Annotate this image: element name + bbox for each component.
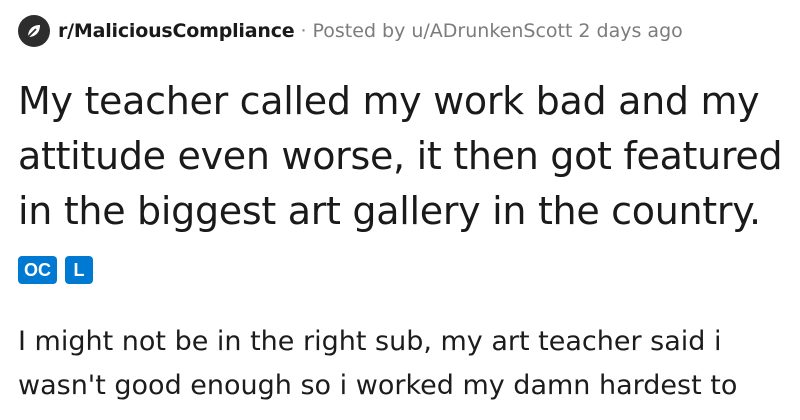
post-title-line: attitude even worse, it then got feature… <box>18 134 783 178</box>
flair-oc[interactable]: OC <box>18 256 57 284</box>
post-body: I might not be in the right sub, my art … <box>18 320 788 408</box>
flair-l[interactable]: L <box>65 256 93 284</box>
post-title-line: My teacher called my work bad and my <box>18 79 760 123</box>
subreddit-link[interactable]: r/MaliciousCompliance <box>58 20 295 42</box>
post-body-line: wasn't good enough so i worked my damn h… <box>18 370 738 401</box>
post-flairs: OC L <box>18 256 93 284</box>
meta-separator: · <box>300 20 307 42</box>
post-title-line: in the biggest art gallery in the countr… <box>18 189 761 233</box>
post-title[interactable]: My teacher called my work bad and my att… <box>18 74 788 239</box>
reddit-post: r/MaliciousCompliance · Posted by u/ADru… <box>0 0 800 420</box>
post-body-line: I might not be in the right sub, my art … <box>18 326 722 357</box>
author-username-link[interactable]: u/ADrunkenScott <box>411 20 572 42</box>
subreddit-leaf-icon[interactable] <box>18 15 50 47</box>
post-timestamp[interactable]: 2 days ago <box>578 20 682 42</box>
posted-by-label: Posted by <box>312 20 406 42</box>
post-meta-bar: r/MaliciousCompliance · Posted by u/ADru… <box>18 14 683 48</box>
